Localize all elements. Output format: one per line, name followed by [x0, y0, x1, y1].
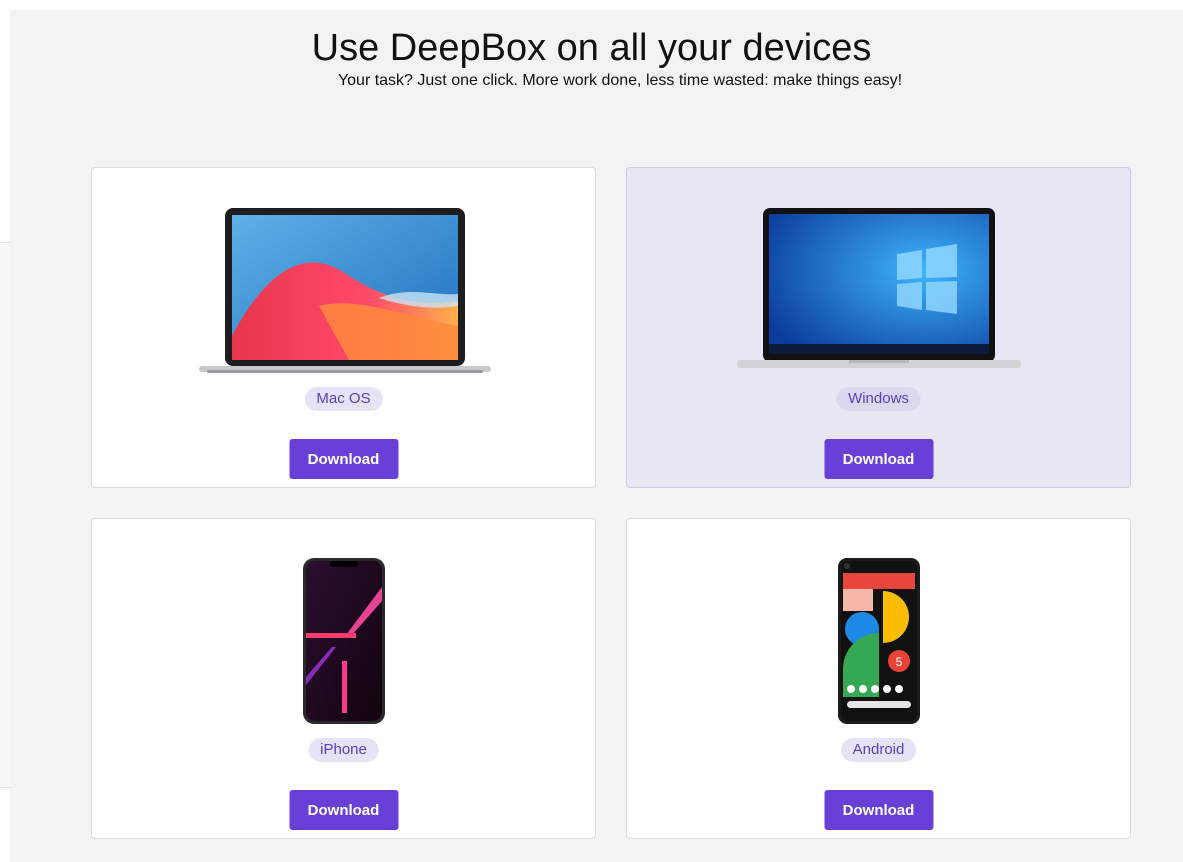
platform-label-macos: Mac OS: [304, 387, 383, 411]
download-button-macos[interactable]: Download: [289, 439, 398, 479]
side-panel-edge: [0, 242, 11, 788]
device-card-iphone: iPhone Download: [91, 518, 596, 839]
device-card-windows: Windows Download: [626, 167, 1131, 488]
platform-label-iphone: iPhone: [308, 738, 379, 762]
device-card-android: 5 Android Download: [626, 518, 1131, 839]
iphone-image: [92, 519, 595, 729]
platform-label-android: Android: [840, 738, 917, 762]
windows-laptop-image: [627, 168, 1130, 378]
platform-label-windows: Windows: [836, 387, 921, 411]
page-subtitle: Your task? Just one click. More work don…: [337, 72, 903, 89]
page-title: Use DeepBox on all your devices: [311, 27, 872, 69]
android-phone-image: 5: [627, 519, 1130, 729]
svg-text:5: 5: [896, 655, 903, 669]
device-card-macos: Mac OS Download: [91, 167, 596, 488]
download-button-windows[interactable]: Download: [824, 439, 933, 479]
download-button-android[interactable]: Download: [824, 790, 933, 830]
macbook-image: [92, 168, 595, 378]
download-button-iphone[interactable]: Download: [289, 790, 398, 830]
